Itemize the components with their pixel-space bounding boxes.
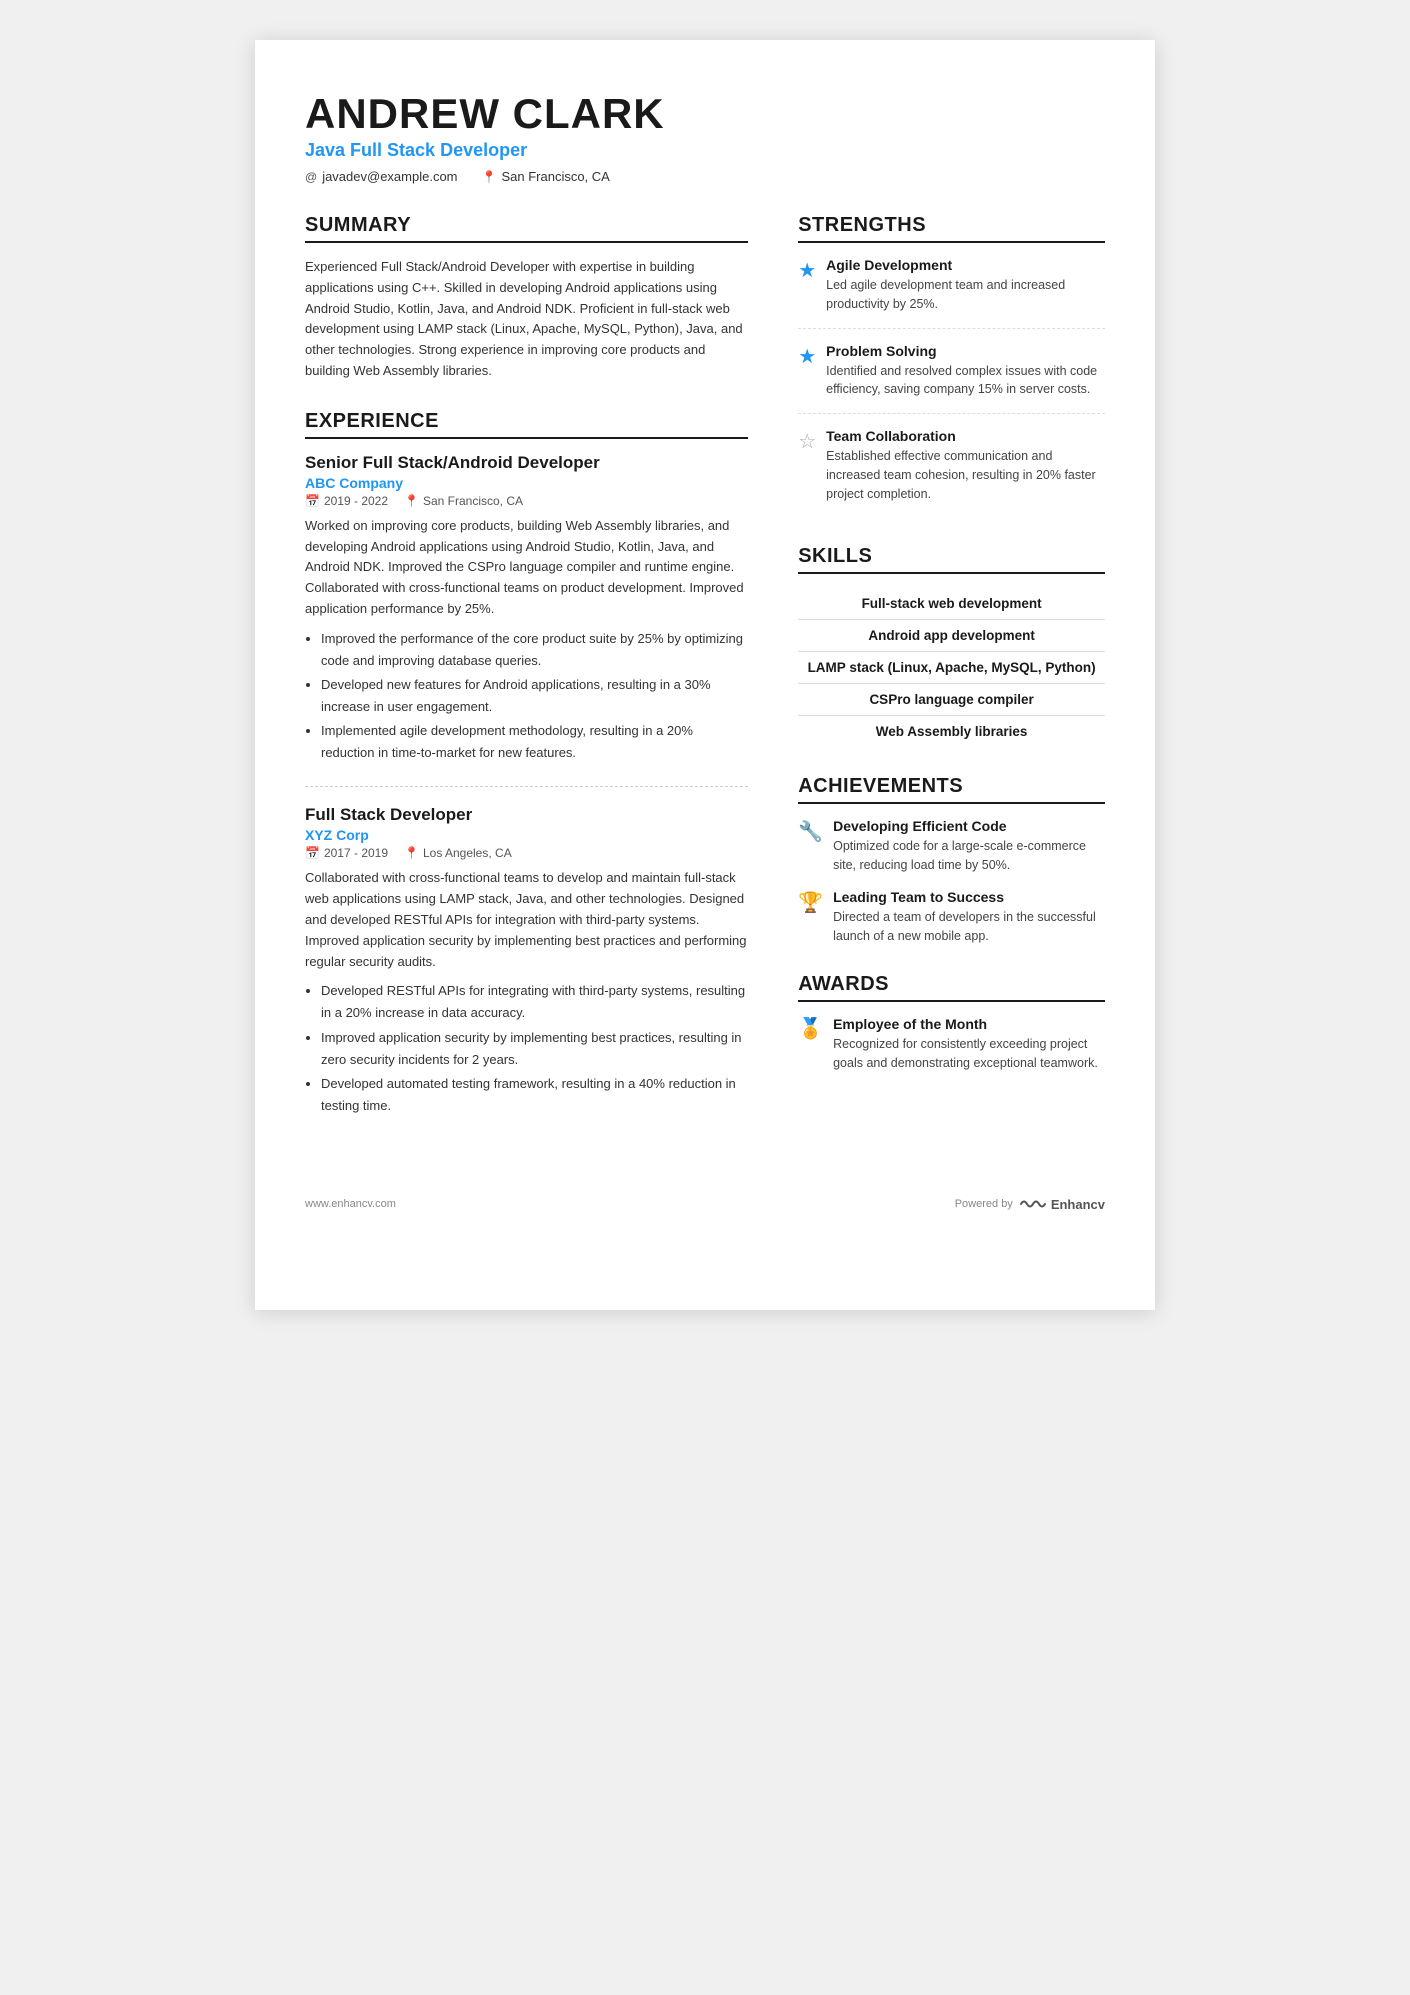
skill-5: Web Assembly libraries	[798, 716, 1105, 747]
email-contact: @ javadev@example.com	[305, 169, 458, 184]
strength-1-name: Agile Development	[826, 257, 1105, 273]
job-1-bullet-2: Developed new features for Android appli…	[321, 674, 748, 718]
achievement-2-desc: Directed a team of developers in the suc…	[833, 908, 1105, 946]
strength-2-desc: Identified and resolved complex issues w…	[826, 362, 1105, 400]
calendar-icon: 📅	[305, 494, 320, 508]
award-1-name: Employee of the Month	[833, 1016, 1105, 1032]
contact-info: @ javadev@example.com 📍 San Francisco, C…	[305, 169, 1105, 184]
enhancv-brand: Enhancv	[1019, 1197, 1105, 1212]
job-1-role: Senior Full Stack/Android Developer	[305, 453, 748, 473]
job-1-company: ABC Company	[305, 475, 748, 491]
achievement-1: 🔧 Developing Efficient Code Optimized co…	[798, 818, 1105, 875]
skill-2: Android app development	[798, 620, 1105, 652]
footer-logo-area: Powered by Enhancv	[955, 1197, 1105, 1212]
strength-3: ☆ Team Collaboration Established effecti…	[798, 428, 1105, 517]
right-column: STRENGTHS ★ Agile Development Led agile …	[798, 214, 1105, 1145]
powered-by-text: Powered by	[955, 1198, 1013, 1210]
job-1: Senior Full Stack/Android Developer ABC …	[305, 453, 748, 765]
strengths-title: STRENGTHS	[798, 214, 1105, 243]
strength-3-desc: Established effective communication and …	[826, 447, 1105, 503]
main-content: SUMMARY Experienced Full Stack/Android D…	[305, 214, 1105, 1145]
pin-icon-2: 📍	[404, 846, 419, 860]
strength-3-name: Team Collaboration	[826, 428, 1105, 444]
skills-section: SKILLS Full-stack web development Androi…	[798, 545, 1105, 747]
job-1-bullet-3: Implemented agile development methodolog…	[321, 720, 748, 764]
experience-divider	[305, 786, 748, 787]
location-icon: 📍	[482, 170, 497, 184]
trophy-icon: 🏆	[798, 890, 823, 946]
experience-section: EXPERIENCE Senior Full Stack/Android Dev…	[305, 410, 748, 1117]
strengths-section: STRENGTHS ★ Agile Development Led agile …	[798, 214, 1105, 517]
award-1: 🏅 Employee of the Month Recognized for c…	[798, 1016, 1105, 1073]
job-1-bullets: Improved the performance of the core pro…	[305, 628, 748, 765]
star-filled-icon-1: ★	[798, 258, 816, 314]
calendar-icon-2: 📅	[305, 846, 320, 860]
job-2-bullets: Developed RESTful APIs for integrating w…	[305, 980, 748, 1117]
job-2-bullet-1: Developed RESTful APIs for integrating w…	[321, 980, 748, 1024]
job-2-company: XYZ Corp	[305, 827, 748, 843]
job-2-bullet-3: Developed automated testing framework, r…	[321, 1073, 748, 1117]
resume-page: ANDREW CLARK Java Full Stack Developer @…	[255, 40, 1155, 1310]
location-contact: 📍 San Francisco, CA	[482, 169, 610, 184]
achievements-section: ACHIEVEMENTS 🔧 Developing Efficient Code…	[798, 775, 1105, 945]
job-1-desc: Worked on improving core products, build…	[305, 516, 748, 620]
strength-1-desc: Led agile development team and increased…	[826, 276, 1105, 314]
job-2-location: 📍 Los Angeles, CA	[404, 846, 512, 860]
job-2-meta: 📅 2017 - 2019 📍 Los Angeles, CA	[305, 846, 748, 860]
footer: www.enhancv.com Powered by Enhancv	[305, 1185, 1105, 1212]
summary-section: SUMMARY Experienced Full Stack/Android D…	[305, 214, 748, 382]
skill-1: Full-stack web development	[798, 588, 1105, 620]
awards-section: AWARDS 🏅 Employee of the Month Recognize…	[798, 973, 1105, 1073]
strength-2-name: Problem Solving	[826, 343, 1105, 359]
left-column: SUMMARY Experienced Full Stack/Android D…	[305, 214, 748, 1145]
enhancv-wave-logo	[1019, 1197, 1047, 1211]
job-1-dates: 📅 2019 - 2022	[305, 494, 388, 508]
strength-2: ★ Problem Solving Identified and resolve…	[798, 343, 1105, 415]
achievement-2: 🏆 Leading Team to Success Directed a tea…	[798, 889, 1105, 946]
achievements-title: ACHIEVEMENTS	[798, 775, 1105, 804]
summary-text: Experienced Full Stack/Android Developer…	[305, 257, 748, 382]
achievement-2-name: Leading Team to Success	[833, 889, 1105, 905]
footer-website: www.enhancv.com	[305, 1198, 396, 1210]
achievement-1-desc: Optimized code for a large-scale e-comme…	[833, 837, 1105, 875]
star-filled-icon-2: ★	[798, 344, 816, 400]
experience-title: EXPERIENCE	[305, 410, 748, 439]
job-1-meta: 📅 2019 - 2022 📍 San Francisco, CA	[305, 494, 748, 508]
job-2-bullet-2: Improved application security by impleme…	[321, 1027, 748, 1071]
skills-title: SKILLS	[798, 545, 1105, 574]
job-2-desc: Collaborated with cross-functional teams…	[305, 868, 748, 972]
pin-icon: 📍	[404, 494, 419, 508]
candidate-name: ANDREW CLARK	[305, 90, 1105, 138]
award-1-desc: Recognized for consistently exceeding pr…	[833, 1035, 1105, 1073]
job-2: Full Stack Developer XYZ Corp 📅 2017 - 2…	[305, 805, 748, 1117]
summary-title: SUMMARY	[305, 214, 748, 243]
skill-3: LAMP stack (Linux, Apache, MySQL, Python…	[798, 652, 1105, 684]
email-value: javadev@example.com	[322, 169, 457, 184]
location-value: San Francisco, CA	[501, 169, 609, 184]
strength-1: ★ Agile Development Led agile developmen…	[798, 257, 1105, 329]
job-1-location: 📍 San Francisco, CA	[404, 494, 523, 508]
skill-4: CSPro language compiler	[798, 684, 1105, 716]
star-outline-icon: ☆	[798, 429, 816, 503]
header-section: ANDREW CLARK Java Full Stack Developer @…	[305, 90, 1105, 184]
award-medal-icon: 🏅	[798, 1016, 823, 1073]
job-2-role: Full Stack Developer	[305, 805, 748, 825]
awards-title: AWARDS	[798, 973, 1105, 1002]
candidate-title: Java Full Stack Developer	[305, 140, 1105, 161]
achievement-1-name: Developing Efficient Code	[833, 818, 1105, 834]
email-icon: @	[305, 170, 317, 184]
wrench-icon: 🔧	[798, 819, 823, 875]
job-1-bullet-1: Improved the performance of the core pro…	[321, 628, 748, 672]
job-2-dates: 📅 2017 - 2019	[305, 846, 388, 860]
